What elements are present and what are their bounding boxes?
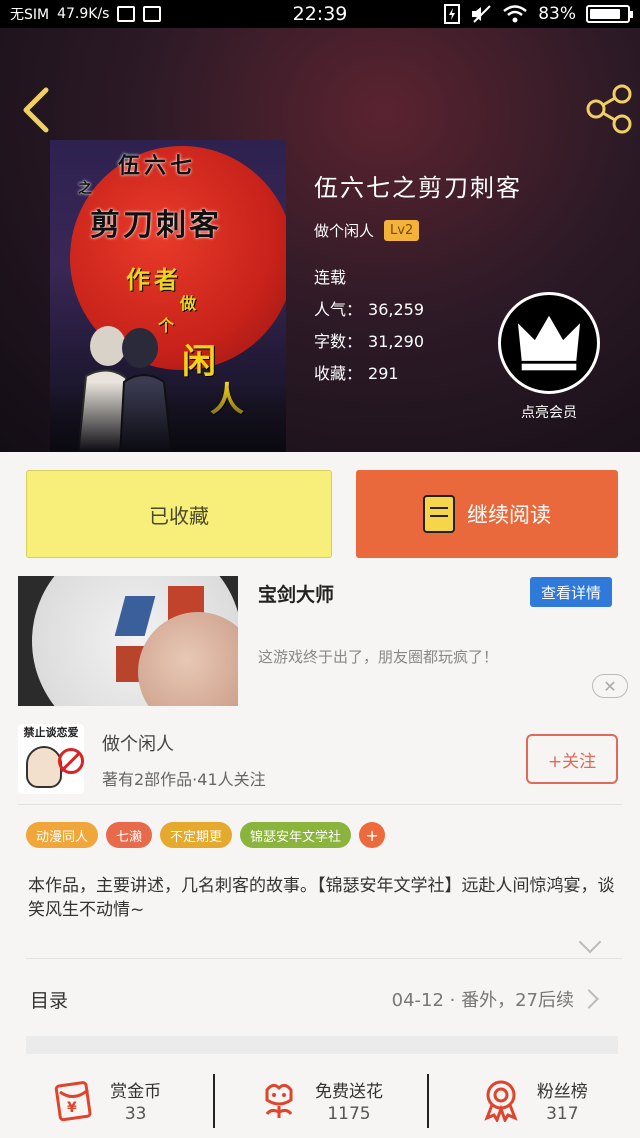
expand-chevron-icon[interactable] [578,930,602,954]
vip-label[interactable]: 点亮会员 [498,402,600,422]
book-title: 伍六七之剪刀刺客 [314,174,522,202]
stat-value: 31,290 [368,332,424,351]
charging-icon [444,4,461,24]
mute-icon [472,5,491,23]
table-of-contents-row[interactable]: 目录 04-12 · 番外，27后续 [0,964,640,1032]
author-card-name[interactable]: 做个闲人 [102,730,174,756]
battery-fill [590,9,620,19]
bottom-bar-label: 粉丝榜 [536,1081,588,1102]
stat-label: 收藏： [314,364,363,383]
status-left: 无SIM 47.9K/s [10,4,162,24]
section-spacer [26,1036,618,1054]
level-badge: Lv2 [384,220,420,241]
bottom-bar-label: 免费送花 [314,1081,383,1102]
cover-author-label: 作者 [126,266,182,294]
tag-item[interactable]: 锦瑟安年文学社 [240,822,352,848]
carrier-text: 无SIM [10,7,50,23]
bottom-bar-value: 317 [546,1103,579,1124]
author-name[interactable]: 做个闲人 [314,220,374,241]
cover-title-line2: 之 [78,181,92,197]
wifi-icon [503,5,527,23]
stat-popularity: 人气： 36,259 [314,296,424,320]
continue-reading-button[interactable]: 继续阅读 [356,470,618,558]
bottom-bar-value: 33 [124,1103,147,1124]
divider [18,804,622,805]
red-envelope-icon: ¥ [54,1081,92,1122]
battery-percent: 83% [538,4,576,24]
battery-icon [586,5,633,23]
author-avatar[interactable]: 禁止谈恋爱 [18,724,84,794]
cover-skyline [50,382,286,452]
tag-item[interactable]: 不定期更 [160,822,233,848]
flower-icon [265,1083,293,1118]
book-icon [423,495,455,533]
cover-title-line3: 剪刀刺客 [90,208,222,243]
reward-coins-button[interactable]: ¥ 赏金币 33 [0,1062,213,1138]
ad-description: 这游戏终于出了，朋友圈都玩疯了！ [258,648,499,666]
ad-detail-button[interactable]: 查看详情 [530,577,612,607]
author-card-meta: 著有2部作品·41人关注 [102,770,266,789]
ad-close-icon[interactable]: ✕ [592,674,628,698]
bottom-bar-value: 1175 [327,1103,371,1124]
book-cover[interactable]: 伍六七 之 剪刀刺客 作者 做 个 闲 人 [50,140,286,452]
screenshot-icon [117,6,136,22]
follow-button[interactable]: +关注 [526,734,618,784]
serial-status: 连载 [314,268,347,287]
send-flower-button[interactable]: 免费送花 1175 [213,1062,426,1138]
prohibited-icon [58,748,84,774]
avatar-caption: 禁止谈恋爱 [23,726,79,739]
author-row: 做个闲人 Lv2 [314,220,420,241]
favorited-label: 已收藏 [149,503,209,528]
bottom-bar-label: 赏金币 [110,1081,162,1102]
stat-label: 字数： [314,332,363,351]
add-tag-button[interactable]: + [359,822,386,848]
toc-latest-chapter: 04-12 · 番外，27后续 [391,990,574,1011]
vip-crown-button[interactable] [498,292,600,394]
stat-value: 291 [368,364,399,383]
continue-reading-label: 继续阅读 [467,503,551,527]
tag-item[interactable]: 七濑 [106,822,153,848]
toc-label: 目录 [30,990,69,1012]
tag-list: 动漫同人 七濑 不定期更 锦瑟安年文学社 + [26,822,386,848]
stat-label: 人气： [314,300,363,319]
bottom-bar: ¥ 赏金币 33 免费送花 1175 粉丝榜 317 [0,1062,640,1138]
ad-title[interactable]: 宝剑大师 [258,580,334,607]
cover-title-line1: 伍六七 [118,154,197,179]
status-right: 83% [444,4,633,24]
svg-text:¥: ¥ [67,1100,77,1116]
stat-word-count: 字数： 31,290 [314,328,424,352]
cover-author-char1: 做 [180,294,197,313]
divider [26,958,622,959]
chevron-right-icon [579,989,599,1009]
back-arrow-icon[interactable] [18,86,52,134]
ribbon-medal-icon [484,1080,518,1122]
tag-item[interactable]: 动漫同人 [26,822,99,848]
favorited-button[interactable]: 已收藏 [26,470,332,558]
ad-image[interactable] [18,576,238,706]
network-speed: 47.9K/s [57,6,110,22]
stat-value: 36,259 [368,300,424,319]
share-icon[interactable] [584,84,634,134]
fan-ranking-button[interactable]: 粉丝榜 317 [426,1062,640,1138]
synopsis: 本作品，主要讲述，几名刺客的故事。【锦瑟安年文学社】远赴人间惊鸿宴，谈笑风生不动… [28,876,615,920]
status-bar: 无SIM 47.9K/s 22:39 83% [0,0,640,28]
avatar-face [26,746,62,788]
stat-favorites: 收藏： 291 [314,360,399,384]
storage-icon [143,6,162,22]
